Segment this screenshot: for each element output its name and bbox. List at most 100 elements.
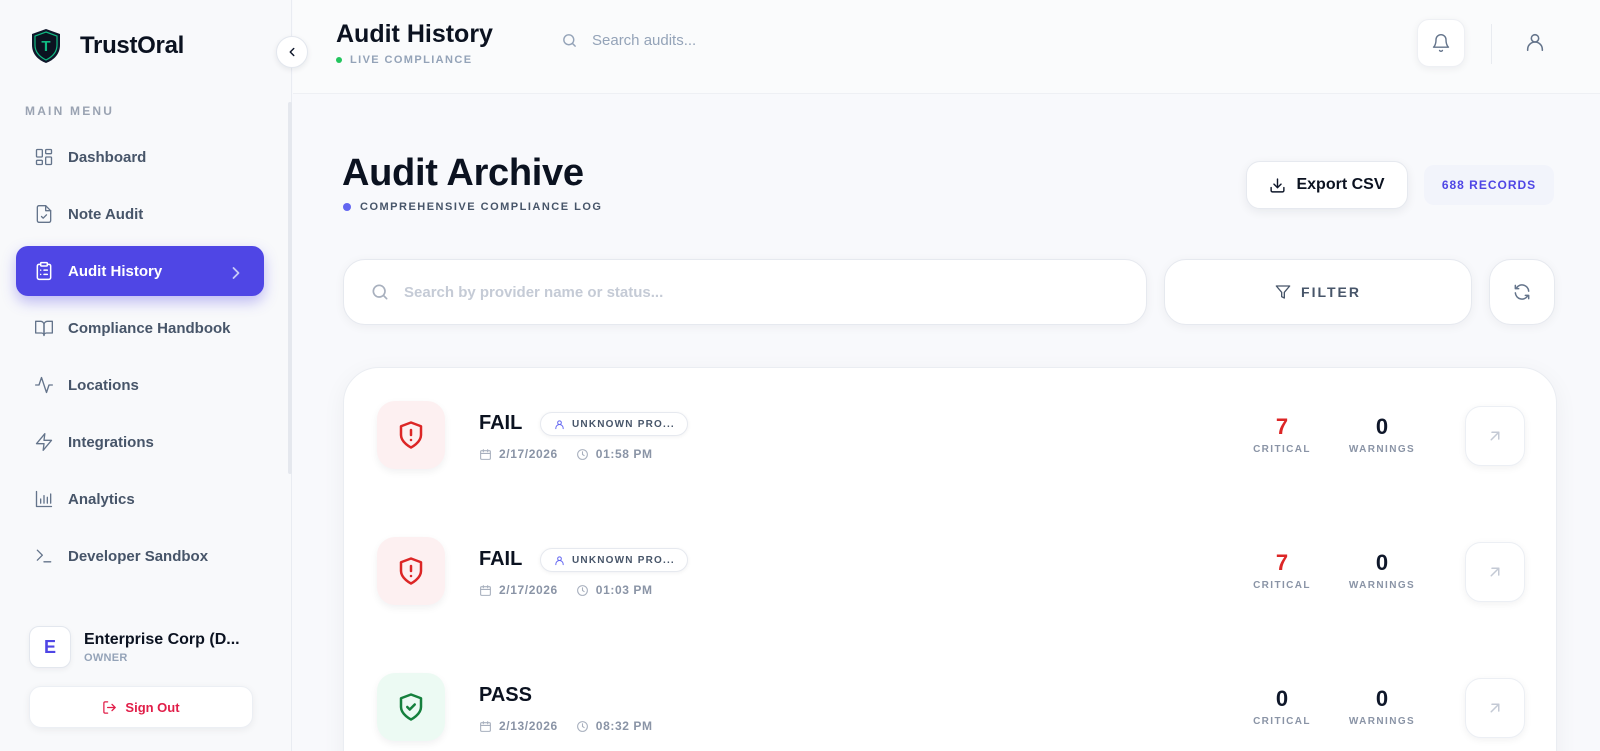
sign-out-label: Sign Out bbox=[125, 699, 180, 715]
sidebar-item-analytics[interactable]: Analytics bbox=[16, 474, 264, 524]
warnings-value: 0 bbox=[1375, 550, 1389, 575]
filter-button[interactable]: FILTER bbox=[1164, 259, 1472, 325]
warnings-label: WARNINGS bbox=[1348, 716, 1416, 727]
collapse-sidebar-button[interactable] bbox=[276, 36, 308, 68]
topbar-search bbox=[561, 32, 892, 49]
sidebar-item-developer-sandbox[interactable]: Developer Sandbox bbox=[16, 531, 264, 581]
sidebar-item-audit-history[interactable]: Audit History bbox=[16, 246, 264, 296]
audit-status: FAIL bbox=[479, 412, 523, 434]
book-icon bbox=[35, 320, 53, 337]
refresh-icon bbox=[1514, 284, 1530, 300]
sidebar-item-label: Dashboard bbox=[68, 148, 147, 166]
sidebar-item-integrations[interactable]: Integrations bbox=[16, 417, 264, 467]
provider-name: UNKNOWN PRO... bbox=[572, 554, 675, 566]
sidebar-item-compliance-handbook[interactable]: Compliance Handbook bbox=[16, 303, 264, 353]
critical-count: 7 CRITICAL bbox=[1242, 550, 1322, 591]
arrow-up-right-icon bbox=[1490, 431, 1500, 441]
sidebar-item-label: Developer Sandbox bbox=[68, 547, 209, 565]
page-subtitle: COMPREHENSIVE COMPLIANCE LOG bbox=[343, 201, 602, 213]
warnings-count: 0 WARNINGS bbox=[1342, 414, 1422, 455]
sidebar-item-label: Note Audit bbox=[68, 205, 144, 223]
open-audit-button[interactable] bbox=[1465, 678, 1525, 738]
audit-date: 2/17/2026 bbox=[499, 447, 558, 461]
sidebar: T TrustOral MAIN MENU Dashboard Note Aud… bbox=[0, 0, 308, 751]
live-status-label: LIVE COMPLIANCE bbox=[350, 54, 473, 66]
shield-alert-icon bbox=[399, 557, 423, 585]
log-out-icon bbox=[103, 700, 117, 714]
sidebar-item-label: Compliance Handbook bbox=[68, 319, 231, 337]
warnings-label: WARNINGS bbox=[1348, 444, 1416, 455]
provider-badge: UNKNOWN PRO... bbox=[540, 412, 688, 436]
calendar-icon bbox=[480, 584, 491, 596]
sidebar-item-label: Audit History bbox=[68, 262, 163, 280]
open-audit-button[interactable] bbox=[1465, 542, 1525, 602]
notifications-button[interactable] bbox=[1417, 19, 1465, 67]
clock-icon bbox=[576, 584, 588, 596]
main-menu-title: MAIN MENU bbox=[25, 104, 115, 118]
topbar-title: Audit History bbox=[336, 20, 493, 48]
search-icon bbox=[563, 34, 576, 47]
filter-label: FILTER bbox=[1301, 284, 1361, 300]
export-csv-button[interactable]: Export CSV bbox=[1246, 161, 1408, 209]
critical-label: CRITICAL bbox=[1253, 580, 1311, 591]
audit-meta: 2/13/2026 08:32 PM bbox=[479, 719, 671, 733]
page-subtitle-label: COMPREHENSIVE COMPLIANCE LOG bbox=[360, 201, 603, 213]
audit-time: 08:32 PM bbox=[595, 719, 653, 733]
audit-row[interactable]: PASS 2/13/2026 08:32 PM 0 CRITICAL 0 WAR… bbox=[344, 640, 1556, 751]
clipboard-list-icon bbox=[36, 261, 52, 281]
critical-value: 0 bbox=[1275, 686, 1289, 711]
grid-icon bbox=[35, 148, 53, 166]
audit-meta: 2/17/2026 01:03 PM bbox=[479, 583, 671, 597]
user-icon bbox=[555, 555, 564, 565]
org-name: Enterprise Corp (D... bbox=[84, 630, 240, 648]
user-icon bbox=[555, 419, 564, 429]
audit-row[interactable]: FAIL UNKNOWN PRO... 2/17/2026 01:03 PM 7… bbox=[344, 504, 1556, 640]
critical-label: CRITICAL bbox=[1253, 444, 1311, 455]
audit-search-input[interactable] bbox=[404, 283, 1104, 301]
sign-out-button[interactable]: Sign Out bbox=[29, 686, 253, 728]
sidebar-nav: Dashboard Note Audit Audit History Compl… bbox=[16, 132, 264, 588]
sidebar-item-note-audit[interactable]: Note Audit bbox=[16, 189, 264, 239]
audit-search bbox=[343, 259, 1147, 325]
chevron-right-icon bbox=[232, 267, 240, 279]
critical-count: 0 CRITICAL bbox=[1242, 686, 1322, 727]
calendar-icon bbox=[480, 720, 491, 732]
provider-badge: UNKNOWN PRO... bbox=[540, 548, 688, 572]
refresh-button[interactable] bbox=[1489, 259, 1555, 325]
open-audit-button[interactable] bbox=[1465, 406, 1525, 466]
sidebar-scrollbar[interactable] bbox=[288, 102, 292, 474]
org-switcher[interactable]: E Enterprise Corp (D... OWNER bbox=[29, 626, 254, 668]
warnings-count: 0 WARNINGS bbox=[1342, 550, 1422, 591]
file-check-icon bbox=[36, 205, 52, 223]
critical-value: 7 bbox=[1275, 414, 1289, 439]
svg-text:T: T bbox=[41, 38, 50, 55]
bar-chart-icon bbox=[35, 490, 53, 508]
arrow-up-right-icon bbox=[1490, 567, 1500, 577]
download-icon bbox=[1270, 177, 1286, 193]
activity-icon bbox=[35, 376, 53, 394]
user-menu-button[interactable] bbox=[1519, 26, 1551, 58]
arrow-up-right-icon bbox=[1490, 703, 1500, 713]
bell-icon bbox=[1432, 34, 1450, 52]
sidebar-item-dashboard[interactable]: Dashboard bbox=[16, 132, 264, 182]
warnings-value: 0 bbox=[1375, 414, 1389, 439]
zap-icon bbox=[35, 433, 53, 451]
clock-icon bbox=[576, 448, 588, 460]
audit-date: 2/13/2026 bbox=[499, 719, 558, 733]
topbar-divider bbox=[1491, 24, 1492, 64]
audit-list: FAIL UNKNOWN PRO... 2/17/2026 01:58 PM 7… bbox=[343, 367, 1557, 751]
page-title: Audit Archive bbox=[342, 152, 584, 194]
subtitle-dot-icon bbox=[343, 203, 351, 211]
export-csv-label: Export CSV bbox=[1296, 176, 1385, 193]
audit-status: PASS bbox=[479, 684, 532, 706]
brand[interactable]: T TrustOral bbox=[30, 28, 184, 64]
critical-value: 7 bbox=[1275, 550, 1289, 575]
fail-status-icon-box bbox=[377, 401, 445, 469]
audit-row[interactable]: FAIL UNKNOWN PRO... 2/17/2026 01:58 PM 7… bbox=[344, 368, 1556, 504]
org-avatar: E bbox=[29, 626, 71, 668]
audit-status: FAIL bbox=[479, 548, 523, 570]
topbar-search-input[interactable] bbox=[592, 32, 892, 49]
provider-name: UNKNOWN PRO... bbox=[572, 418, 675, 430]
user-icon bbox=[1526, 33, 1544, 52]
sidebar-item-locations[interactable]: Locations bbox=[16, 360, 264, 410]
